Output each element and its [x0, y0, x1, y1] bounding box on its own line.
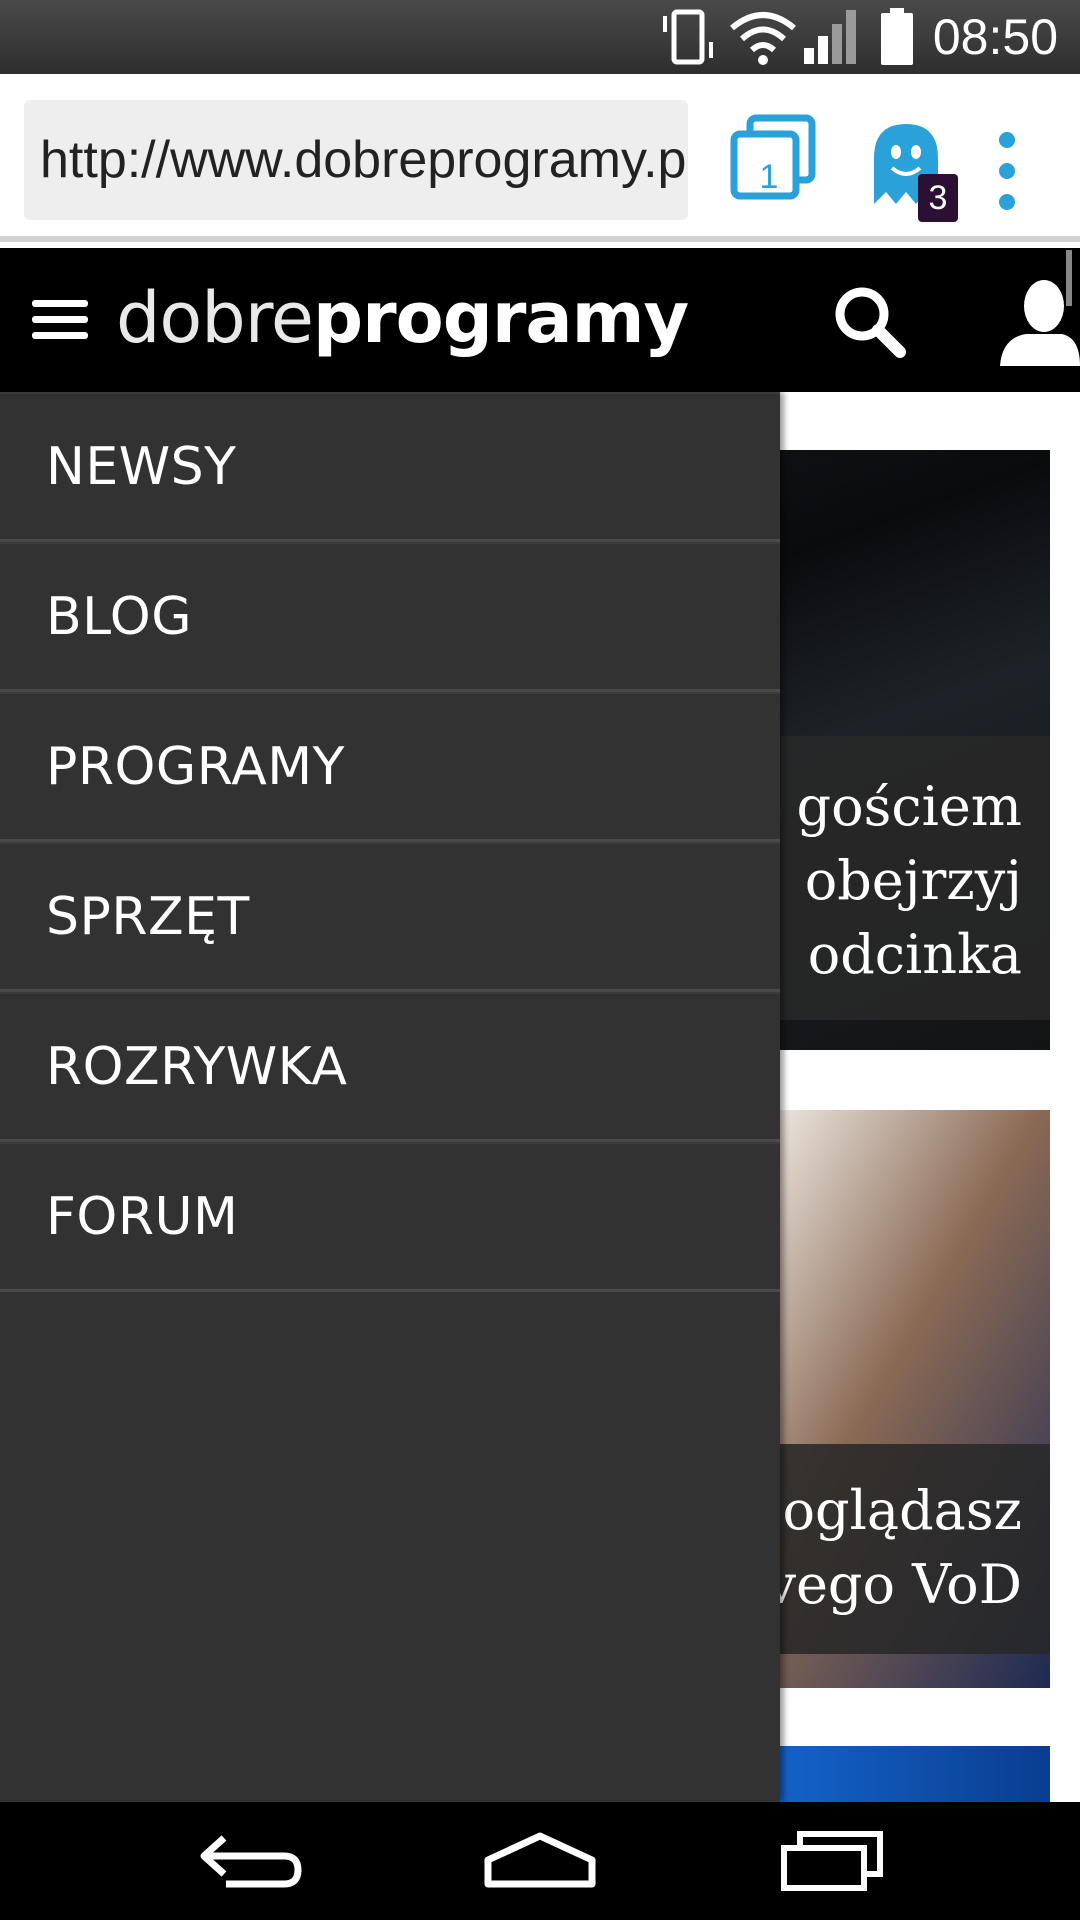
drawer-item-blog[interactable]: BLOG — [0, 542, 780, 692]
overflow-menu-button[interactable] — [982, 126, 1032, 216]
logo-light-text: dobre — [116, 277, 314, 359]
site-logo[interactable]: dobreprogramy — [116, 268, 689, 368]
drawer-item-forum[interactable]: FORUM — [0, 1142, 780, 1292]
overflow-menu-icon — [999, 132, 1015, 210]
url-field[interactable]: http://www.dobreprogramy.pl — [24, 100, 688, 220]
drawer-item-programy[interactable]: PROGRAMY — [0, 692, 780, 842]
search-icon — [835, 287, 906, 358]
status-bar: 08:50 — [0, 0, 1080, 74]
drawer-item-rozrywka[interactable]: ROZRYWKA — [0, 992, 780, 1142]
tab-count: 1 — [759, 158, 779, 196]
battery-icon — [881, 8, 913, 65]
signal-icon — [804, 10, 856, 64]
navigation-drawer: NEWSY BLOG PROGRAMY SPRZĘT ROZRYWKA FORU… — [0, 392, 780, 1802]
wifi-icon — [730, 12, 796, 65]
browser-toolbar: http://www.dobreprogramy.pl 1 3 — [0, 74, 1080, 242]
page-scrollbar[interactable] — [1066, 250, 1072, 306]
ghostery-button[interactable]: 3 — [866, 118, 958, 228]
tabs-button[interactable]: 1 — [730, 114, 820, 204]
site-search-button[interactable] — [830, 282, 910, 362]
drawer-item-newsy[interactable]: NEWSY — [0, 392, 780, 542]
hamburger-icon — [32, 300, 88, 339]
status-clock: 08:50 — [932, 9, 1058, 65]
recents-icon[interactable] — [780, 1830, 884, 1892]
home-icon[interactable] — [482, 1830, 598, 1892]
vibrate-icon — [663, 9, 713, 65]
logo-bold-text: programy — [313, 277, 689, 359]
ghostery-badge: 3 — [918, 174, 958, 222]
back-icon[interactable] — [196, 1830, 306, 1892]
site-header: dobreprogramy — [0, 248, 1080, 392]
system-navigation-bar — [0, 1802, 1080, 1920]
hamburger-menu-button[interactable] — [30, 296, 90, 344]
drawer-item-sprzet[interactable]: SPRZĘT — [0, 842, 780, 992]
